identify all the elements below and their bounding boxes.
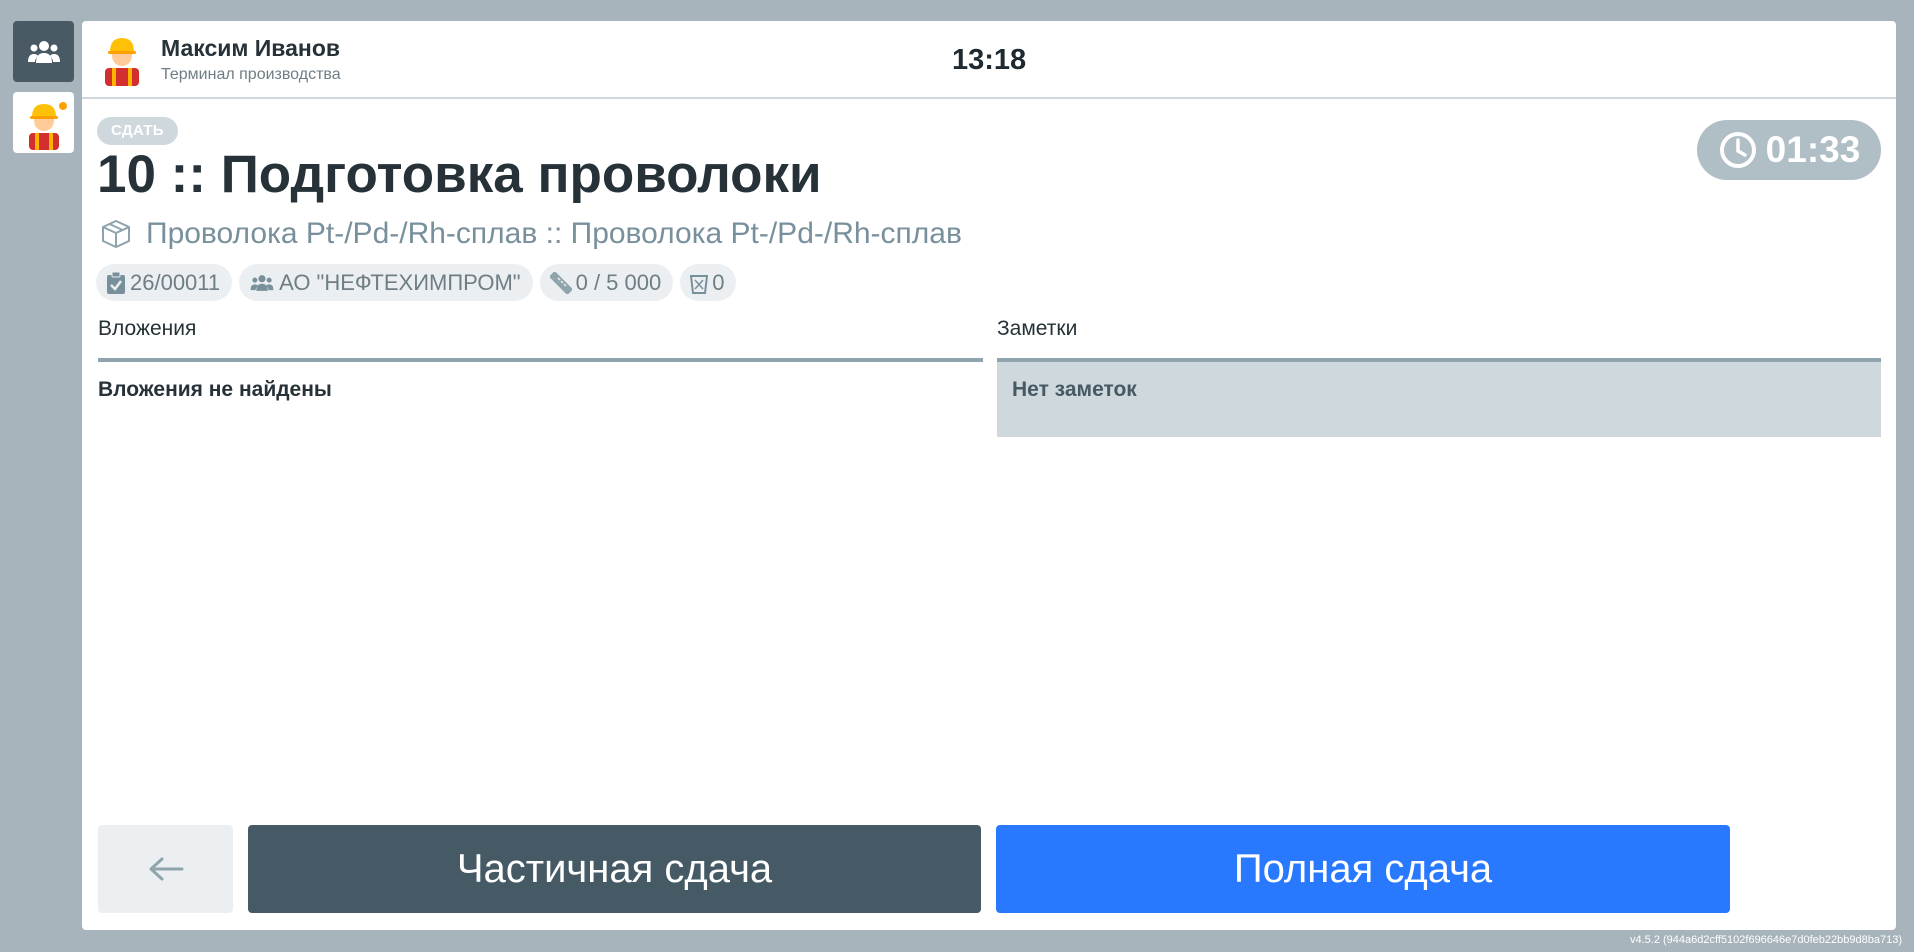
quantity-chip: 0 / 5 000 [539, 264, 674, 301]
worker-avatar-icon [105, 38, 139, 86]
trash-icon [690, 274, 709, 294]
arrow-left-icon [149, 857, 183, 881]
team-button[interactable] [13, 21, 74, 82]
clipboard-check-icon [107, 271, 125, 294]
ruler-icon [549, 271, 572, 294]
attachments-divider [98, 358, 983, 362]
order-number: 26/00011 [130, 269, 221, 295]
attachments-title: Вложения [98, 317, 197, 340]
user-switch-button[interactable] [13, 92, 74, 153]
notes-empty: Нет заметок [1012, 378, 1137, 401]
back-button[interactable] [98, 825, 233, 913]
attachments-empty: Вложения не найдены [98, 378, 332, 401]
full-submit-button[interactable]: Полная сдача [996, 825, 1730, 913]
user-name: Максим Иванов [161, 35, 341, 61]
worker-avatar-icon [28, 99, 69, 150]
notes-box: Нет заметок [997, 362, 1881, 437]
users-icon [250, 274, 274, 291]
scrap-chip: 0 [680, 264, 737, 301]
version-label: v4.5.2 (944a6d2cff5102f696646e7d0feb22bb… [1630, 934, 1902, 946]
quantity-value: 0 / 5 000 [575, 269, 662, 295]
timer: 01:33 [1697, 120, 1881, 180]
users-icon [27, 40, 60, 63]
customer-name: АО "НЕФТЕХИМПРОМ" [279, 269, 521, 295]
clock: 13:18 [952, 44, 1027, 76]
clock-icon [1719, 132, 1756, 168]
timer-value: 01:33 [1765, 129, 1861, 170]
product-name: Проволока Pt-/Pd-/Rh-сплав :: Проволока … [146, 217, 962, 250]
notes-title: Заметки [997, 317, 1078, 340]
order-chip: 26/00011 [96, 264, 233, 301]
product-line: Проволока Pt-/Pd-/Rh-сплав :: Проволока … [100, 217, 962, 251]
action-badge: СДАТЬ [97, 117, 178, 145]
box-icon [102, 219, 130, 249]
page-title: 10 :: Подготовка проволоки [97, 145, 822, 204]
customer-chip: АО "НЕФТЕХИМПРОМ" [239, 264, 533, 301]
info-chips: 26/00011 АО "НЕФТЕХИМПРОМ" 0 / 5 000 0 [96, 264, 737, 301]
header: Максим Иванов Терминал производства 13:1… [82, 21, 1896, 99]
main-panel: Максим Иванов Терминал производства 13:1… [82, 21, 1896, 930]
scrap-count: 0 [712, 269, 725, 295]
partial-submit-button[interactable]: Частичная сдача [248, 825, 981, 913]
user-role: Терминал производства [161, 66, 341, 83]
sidebar [0, 0, 82, 952]
